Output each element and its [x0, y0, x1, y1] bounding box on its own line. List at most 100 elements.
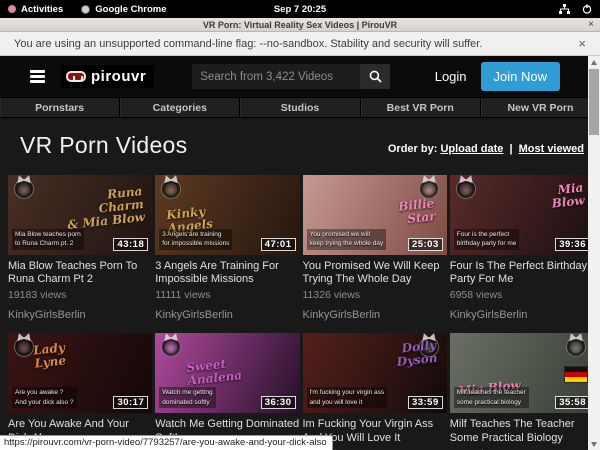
- studio-cat-logo-icon: [566, 337, 586, 357]
- thumbnail-caption: I'm fucking your virgin ass and you will…: [307, 387, 388, 409]
- search-button[interactable]: [360, 64, 390, 89]
- nav-item-best-vr[interactable]: Best VR Porn: [361, 98, 481, 117]
- video-duration-badge: 39:36: [555, 238, 590, 251]
- studio-cat-logo-icon: [14, 337, 34, 357]
- window-title: VR Porn: Virtual Reality Sex Videos | Pi…: [0, 20, 600, 30]
- video-thumbnail[interactable]: Lady Lyne Are you awake ? And your dick …: [8, 333, 152, 413]
- thumbnail-caption: Mia Blow teaches porn to Runa Charm pt. …: [12, 229, 84, 251]
- main-nav: Pornstars Categories Studios Best VR Por…: [0, 97, 600, 118]
- app-menu-label: Google Chrome: [95, 4, 166, 15]
- video-duration-badge: 35:58: [555, 396, 590, 409]
- video-studio-link[interactable]: KinkyGirlsBerlin: [155, 309, 299, 321]
- video-duration-badge: 36:30: [261, 396, 296, 409]
- nav-item-studios[interactable]: Studios: [240, 98, 360, 117]
- video-thumbnail[interactable]: Runa Charm & Mia Blow Mia Blow teaches p…: [8, 175, 152, 255]
- nav-item-pornstars[interactable]: Pornstars: [0, 98, 120, 117]
- thumbnail-caption: You promised we will keep trying the who…: [307, 229, 387, 251]
- video-card[interactable]: Kinky Angels 3 Angels are training for i…: [155, 175, 299, 321]
- german-flag: [565, 367, 587, 382]
- video-thumbnail[interactable]: Sweet Analena Watch me getting dominated…: [155, 333, 299, 413]
- search-bar: [192, 64, 390, 89]
- video-thumbnail[interactable]: Kinky Angels 3 Angels are training for i…: [155, 175, 299, 255]
- video-duration-badge: 43:18: [113, 238, 148, 251]
- chrome-icon: [81, 5, 90, 14]
- search-input[interactable]: [192, 64, 360, 89]
- site-logo[interactable]: pirouvr: [61, 65, 154, 88]
- video-views: 11111 views: [155, 289, 299, 301]
- warning-text: You are using an unsupported command-lin…: [14, 38, 482, 50]
- video-duration-badge: 33:59: [408, 396, 443, 409]
- hamburger-menu-icon[interactable]: [30, 70, 45, 83]
- thumbnail-overlay-name: Dolly Dyson: [395, 339, 438, 370]
- warning-close-icon[interactable]: ×: [578, 36, 586, 51]
- activities-label: Activities: [21, 4, 63, 15]
- order-by: Order by: Upload date | Most viewed: [388, 143, 584, 159]
- activities-dot-icon: [8, 5, 16, 13]
- video-title-link[interactable]: 3 Angels Are Training For Impossible Mis…: [155, 260, 299, 286]
- login-link[interactable]: Login: [435, 69, 467, 84]
- video-views: 6958 views: [450, 289, 594, 301]
- scrollbar-down-icon[interactable]: [588, 438, 600, 450]
- video-thumbnail[interactable]: Mia Blow Four is the perfect birthday pa…: [450, 175, 594, 255]
- browser-viewport: pirouvr Login Join Now Pornstars Categor…: [0, 56, 600, 450]
- thumbnail-overlay-name: Lady Lyne: [33, 342, 67, 372]
- video-views: 11326 views: [303, 289, 447, 301]
- thumbnail-overlay-name: Mia Blow: [550, 181, 586, 211]
- studio-cat-logo-icon: [456, 179, 476, 199]
- power-icon[interactable]: [582, 4, 592, 14]
- video-title-link[interactable]: Mia Blow Teaches Porn To Runa Charm Pt 2: [8, 260, 152, 286]
- video-title-link[interactable]: You Promised We Will Keep Trying The Who…: [303, 260, 447, 286]
- scrollbar[interactable]: [588, 56, 600, 450]
- video-card[interactable]: Lady Lyne Are you awake ? And your dick …: [8, 333, 152, 450]
- thumbnail-overlay-name: Runa Charm & Mia Blow: [65, 185, 147, 232]
- system-top-bar: Activities Google Chrome Sep 7 20:25: [0, 0, 600, 18]
- video-card[interactable]: Sweet Analena Watch me getting dominated…: [155, 333, 299, 450]
- thumbnail-caption: Watch me getting dominated softly: [159, 387, 215, 409]
- thumbnail-caption: Milf teaches the teacher some practical …: [454, 387, 529, 409]
- video-studio-link[interactable]: KinkyGirlsBerlin: [303, 309, 447, 321]
- network-icon[interactable]: [559, 4, 570, 14]
- video-grid: Runa Charm & Mia Blow Mia Blow teaches p…: [0, 175, 600, 450]
- video-studio-link[interactable]: KinkyGirlsBerlin: [8, 309, 152, 321]
- nav-item-categories[interactable]: Categories: [120, 98, 240, 117]
- thumbnail-overlay-name: Billie Star: [397, 197, 436, 227]
- site-logo-text: pirouvr: [91, 68, 146, 85]
- video-thumbnail[interactable]: Dolly Dyson I'm fucking your virgin ass …: [303, 333, 447, 413]
- search-icon: [369, 70, 382, 83]
- video-thumbnail[interactable]: Mia Blow Milf teaches the teacher some p…: [450, 333, 594, 413]
- order-by-most-viewed-link[interactable]: Most viewed: [519, 143, 584, 155]
- video-card[interactable]: Mia Blow Milf teaches the teacher some p…: [450, 333, 594, 450]
- order-by-upload-date-link[interactable]: Upload date: [440, 143, 503, 155]
- studio-cat-logo-icon: [161, 337, 181, 357]
- thumbnail-caption: Are you awake ? And your dick also ?: [12, 387, 77, 409]
- window-title-bar: VR Porn: Virtual Reality Sex Videos | Pi…: [0, 18, 600, 32]
- video-duration-badge: 25:03: [408, 238, 443, 251]
- browser-warning-bar: You are using an unsupported command-lin…: [0, 32, 600, 56]
- video-thumbnail[interactable]: Billie Star You promised we will keep tr…: [303, 175, 447, 255]
- video-title-link[interactable]: Milf Teaches The Teacher Some Practical …: [450, 418, 594, 444]
- video-card[interactable]: Billie Star You promised we will keep tr…: [303, 175, 447, 321]
- join-now-button[interactable]: Join Now: [481, 62, 560, 91]
- scrollbar-thumb[interactable]: [589, 69, 599, 135]
- video-studio-link[interactable]: KinkyGirlsBerlin: [450, 309, 594, 321]
- video-card[interactable]: Runa Charm & Mia Blow Mia Blow teaches p…: [8, 175, 152, 321]
- thumbnail-caption: 3 Angels are training for impossible mis…: [159, 229, 232, 251]
- page-heading-row: VR Porn Videos Order by: Upload date | M…: [0, 118, 600, 175]
- video-title-link[interactable]: Four Is The Perfect Birthday Party For M…: [450, 260, 594, 286]
- video-card[interactable]: Mia Blow Four is the perfect birthday pa…: [450, 175, 594, 321]
- studio-cat-logo-icon: [161, 179, 181, 199]
- order-by-separator: |: [509, 143, 512, 155]
- status-bar-url: https://pirouvr.com/vr-porn-video/779325…: [0, 435, 333, 450]
- window-close-icon[interactable]: ×: [588, 18, 594, 31]
- order-by-label: Order by:: [388, 143, 438, 155]
- video-card[interactable]: Dolly Dyson I'm fucking your virgin ass …: [303, 333, 447, 450]
- video-duration-badge: 47:01: [261, 238, 296, 251]
- vr-goggles-icon: [66, 71, 86, 82]
- nav-item-new-vr[interactable]: New VR Porn: [481, 98, 600, 117]
- activities-button[interactable]: Activities: [8, 4, 63, 15]
- scrollbar-up-icon[interactable]: [588, 56, 600, 68]
- site-header: pirouvr Login Join Now: [0, 56, 600, 97]
- video-duration-badge: 30:17: [113, 396, 148, 409]
- app-menu-button[interactable]: Google Chrome: [81, 4, 166, 15]
- thumbnail-overlay-name: Sweet Analena: [186, 357, 243, 389]
